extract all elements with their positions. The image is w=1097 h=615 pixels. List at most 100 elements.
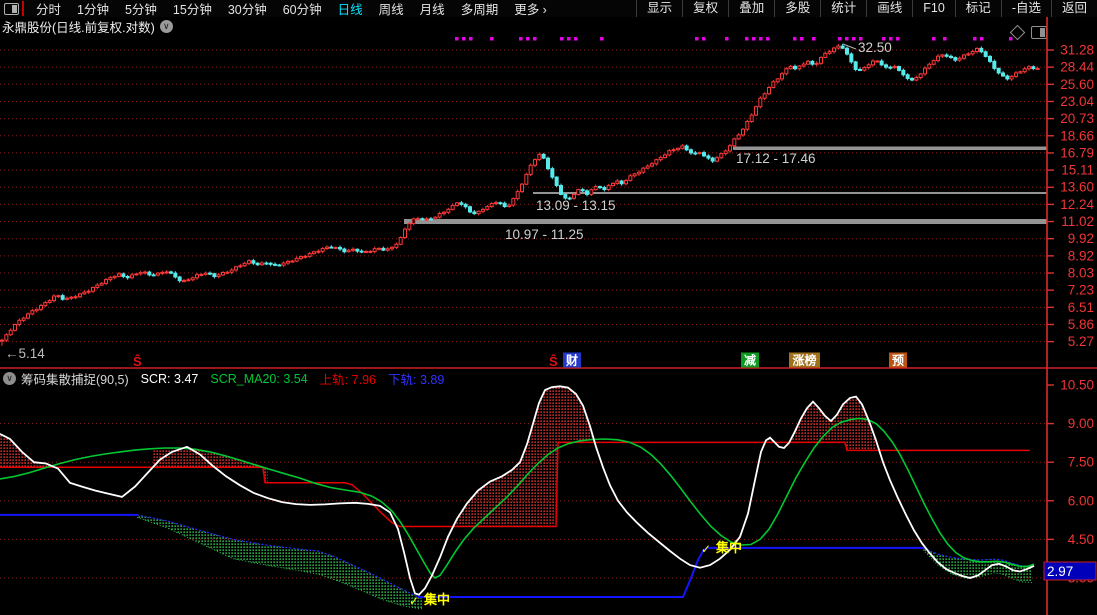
candle-body [34,308,39,312]
candle-body [836,45,841,49]
marker-dot [838,37,842,41]
candle-body [1001,72,1005,77]
candle-body [892,66,897,69]
candle-body [455,202,459,206]
candle-body [658,157,663,161]
marker-dot [793,37,797,41]
resistance-band [733,146,1047,150]
candle-body [442,211,446,215]
candle-body [411,218,416,225]
candle-body [65,297,69,300]
candle-body [628,175,633,182]
candle-body [992,60,997,69]
candle-body [394,243,399,248]
candle-body [975,47,979,52]
resistance-band-label: 13.09 - 13.15 [536,198,616,213]
candle-body [424,218,429,221]
main-axis-label: 15.11 [1061,163,1094,178]
indicator-panel[interactable]: ✓ 集中 ✓ 集中 [0,385,1035,610]
indicator-collapse-icon[interactable]: ∨ [3,372,16,385]
candle-body [996,67,1001,74]
candle-body [572,194,576,199]
candle-body [923,67,927,75]
candle-body [4,334,9,341]
candle-body [182,280,186,283]
candle-body [95,284,100,288]
event-badge-label: 涨榜 [792,353,816,368]
chart-canvas[interactable]: 17.12 - 17.4613.09 - 13.1510.97 - 11.25 … [0,0,1097,615]
candle-body [476,210,481,215]
candle-body [60,295,65,300]
candle-body [827,51,832,54]
main-axis-label: 13.60 [1060,180,1094,195]
candle-body [17,319,22,325]
candle-body [73,296,78,299]
candle-body [541,153,546,159]
candle-body [13,323,17,331]
candle-body [819,56,823,64]
price-axis: 31.28 28.44 25.60 23.04 20.73 18.66 16.79 15.11… [1043,17,1097,615]
candle-body [689,149,693,154]
candle-body [897,66,901,71]
candle-body [1022,68,1027,73]
candle-body [52,295,56,302]
distribution-hatch [450,386,592,527]
candle-body [242,262,247,267]
candle-body [351,248,355,251]
candle-body [208,272,212,275]
signal-s-marker: Ŝ [133,354,142,369]
marker-dot [759,37,763,41]
candle-body [138,272,143,275]
candle-body [598,186,602,189]
candle-body [143,271,147,274]
candle-body [780,73,784,80]
concentration-check-icon: ✓ [409,594,419,608]
candle-body [1014,72,1018,77]
candle-body [333,246,338,249]
candle-body [498,202,503,205]
candle-body [645,165,650,169]
marker-dot [973,37,977,41]
candle-body [30,310,35,315]
candle-body [663,154,667,159]
candle-body [372,248,377,252]
candle-body [832,47,836,53]
candle-body [398,236,403,245]
candle-body [251,260,256,264]
candle-body [212,273,217,278]
candle-body [758,97,763,108]
signal-s-marker: Ŝ [549,354,558,369]
lower-band-line [418,546,923,598]
candle-body [112,275,117,279]
candle-body [593,186,598,191]
marker-dot [519,37,523,41]
event-badge-label: 减 [744,353,756,368]
candle-body [294,257,299,262]
candle-body [793,65,797,70]
candle-body [472,211,477,215]
candle-body [56,295,61,298]
candle-body [286,260,290,264]
indicator-title: 筹码集散捕捉(90,5) [21,373,129,387]
candle-body [983,51,988,57]
marker-dot [455,37,459,41]
candle-body [0,339,4,342]
marker-dot [845,37,849,41]
candlestick-series[interactable] [0,43,1040,346]
candle-body [706,155,711,159]
candle-body [619,180,624,185]
candle-body [767,86,771,95]
candle-body [268,262,273,265]
candle-body [884,64,888,68]
candle-body [702,152,706,157]
candle-body [784,68,789,75]
candle-body [788,65,793,70]
candle-body [862,67,867,71]
candle-body [580,189,585,192]
indicator-axis-label: 6.00 [1068,493,1094,508]
main-axis-label: 28.44 [1060,60,1094,75]
candle-body [914,76,919,81]
main-axis-label: 9.92 [1068,231,1094,246]
candle-body [680,145,685,149]
candle-body [186,279,191,282]
